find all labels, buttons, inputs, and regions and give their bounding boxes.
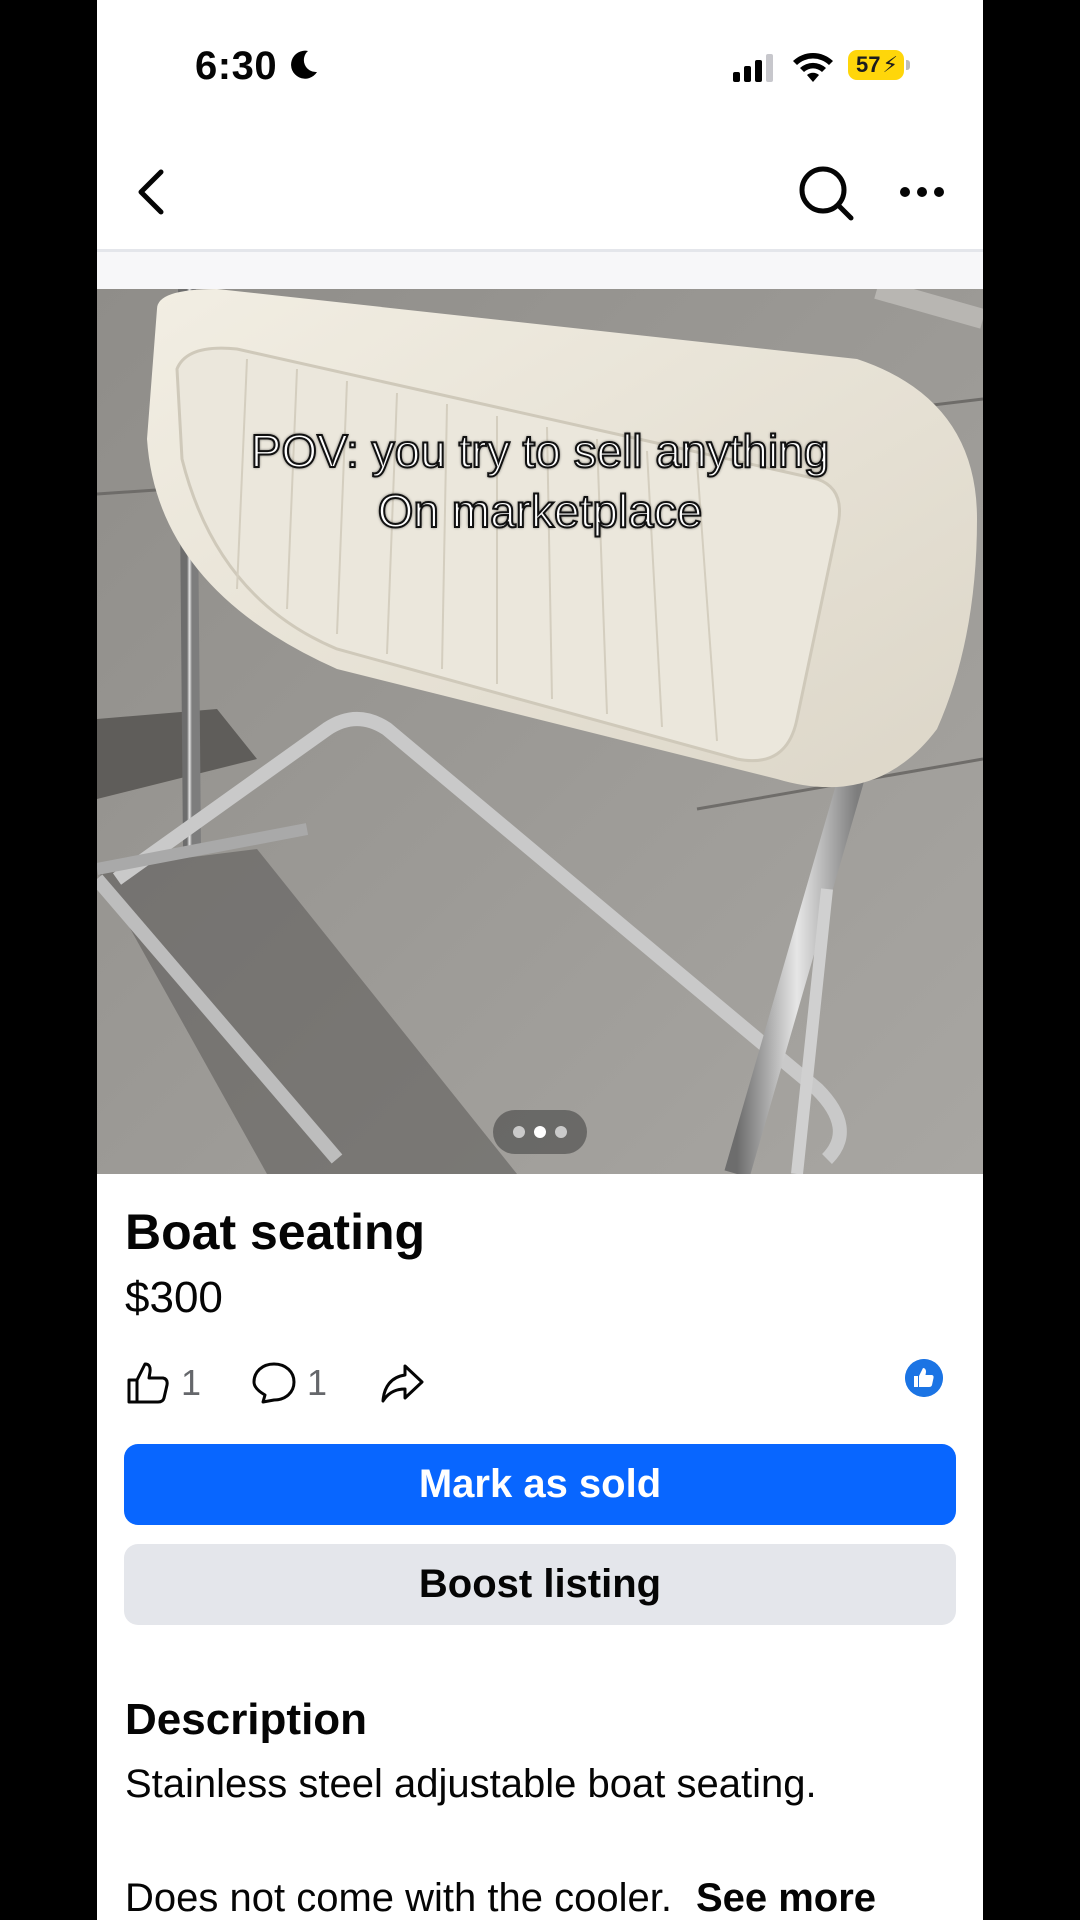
caption-line-1: POV: you try to sell anything — [250, 424, 831, 478]
photo-pager-dots[interactable] — [493, 1110, 587, 1154]
comment-button[interactable]: 1 — [251, 1358, 327, 1408]
more-dots-icon[interactable] — [897, 170, 947, 214]
listing-price: $300 — [125, 1273, 223, 1322]
pager-dot — [555, 1126, 567, 1138]
top-nav — [97, 130, 983, 250]
search-icon[interactable] — [797, 164, 855, 222]
listing-title: Boat seating — [125, 1204, 426, 1260]
share-arrow-icon — [381, 1364, 424, 1403]
listing-photo[interactable]: POV: you try to sell anything On marketp… — [97, 289, 983, 1174]
photo-top-gap — [97, 252, 983, 289]
boost-listing-button[interactable]: Boost listing — [124, 1544, 956, 1625]
description-line-2-text: Does not come with the cooler. — [125, 1876, 672, 1920]
video-caption: POV: you try to sell anything On marketp… — [97, 421, 983, 541]
phone-screen: 6:30 57 ⚡ POV: you try to sell anything … — [97, 0, 983, 1920]
description-line-2: Does not come with the cooler. See more — [125, 1876, 876, 1920]
charging-bolt-icon: ⚡ — [882, 52, 898, 77]
reaction-bar: 1 1 — [125, 1358, 955, 1408]
cellular-signal-icon — [733, 54, 773, 82]
pager-dot-active — [534, 1126, 546, 1138]
chevron-left-icon[interactable] — [129, 164, 173, 220]
status-bar: 6:30 57 ⚡ — [97, 0, 983, 130]
like-button[interactable]: 1 — [125, 1358, 201, 1408]
thumbs-up-icon — [127, 1362, 169, 1404]
wifi-icon — [793, 53, 833, 82]
battery-indicator: 57 ⚡ — [848, 50, 910, 80]
share-button[interactable] — [379, 1358, 425, 1408]
moon-icon — [291, 50, 317, 79]
description-line-1: Stainless steel adjustable boat seating. — [125, 1762, 817, 1806]
comment-count: 1 — [307, 1362, 328, 1403]
status-time: 6:30 — [195, 44, 278, 88]
caption-line-2: On marketplace — [377, 484, 704, 538]
pager-dot — [513, 1126, 525, 1138]
comment-bubble-icon — [252, 1362, 296, 1404]
see-more-link[interactable]: See more — [696, 1876, 876, 1920]
description-heading: Description — [125, 1695, 368, 1744]
battery-level: 57 — [856, 52, 881, 77]
like-reaction-badge-icon — [905, 1359, 943, 1397]
mark-as-sold-button[interactable]: Mark as sold — [124, 1444, 956, 1525]
like-count: 1 — [181, 1362, 202, 1403]
